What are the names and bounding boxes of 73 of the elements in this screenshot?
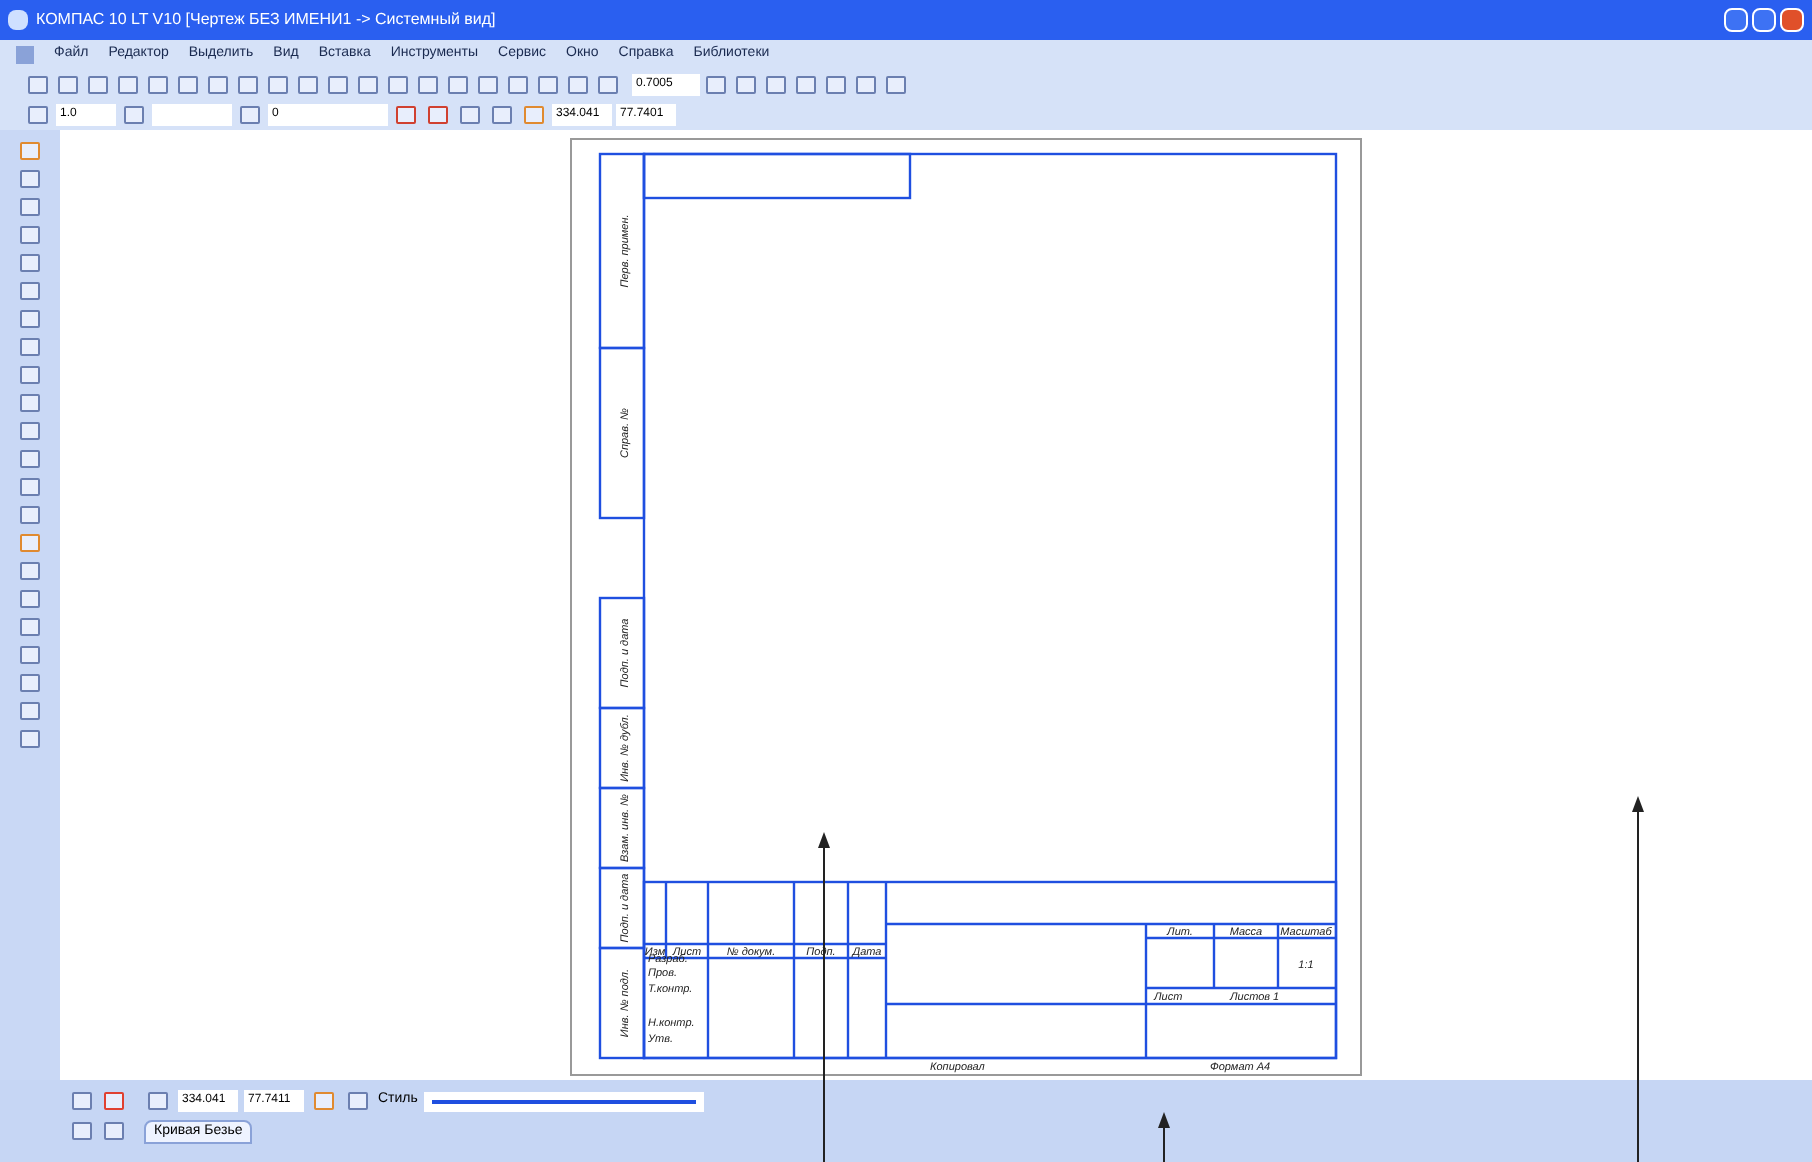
toolbar-icon[interactable] (24, 102, 52, 128)
snap-icon[interactable] (310, 1088, 338, 1114)
minimize-button[interactable] (1724, 8, 1748, 32)
window-title: КОМПАС 10 LT V10 [Чертеж БЕЗ ИМЕНИ1 -> Системный вид] (36, 8, 496, 32)
tool-icon[interactable] (16, 222, 44, 248)
tool-icon[interactable] (16, 334, 44, 360)
tool-icon[interactable] (16, 530, 44, 556)
tool-icon[interactable] (16, 194, 44, 220)
maximize-button[interactable] (1752, 8, 1776, 32)
toolbar-icon[interactable] (120, 102, 148, 128)
document-icon (16, 45, 34, 63)
tool-icon[interactable] (16, 362, 44, 388)
tool-icon[interactable] (16, 250, 44, 276)
toolbar-icon[interactable] (424, 102, 452, 128)
toolbar-icon[interactable] (762, 71, 790, 97)
toolbar-icon[interactable] (444, 71, 472, 97)
annotation-arrow (1154, 1112, 1174, 1162)
circle-icon[interactable] (344, 1088, 372, 1114)
toolbar-icon[interactable] (114, 71, 142, 97)
arrow-icon[interactable] (68, 1088, 96, 1114)
app-icon (8, 10, 28, 30)
tool-icon[interactable] (16, 418, 44, 444)
tool-icon[interactable] (16, 446, 44, 472)
toolbar-icon[interactable] (264, 71, 292, 97)
toolbar-icon[interactable] (144, 71, 172, 97)
tool-icon[interactable] (16, 278, 44, 304)
close-button[interactable] (1780, 8, 1804, 32)
tool-icon[interactable] (16, 474, 44, 500)
tool-icon[interactable] (16, 558, 44, 584)
tool-icon[interactable] (16, 614, 44, 640)
tool-icon[interactable] (16, 670, 44, 696)
tool-icon[interactable] (16, 586, 44, 612)
toolbar-icon[interactable] (702, 71, 730, 97)
stop-icon[interactable] (100, 1088, 128, 1114)
toolbar-icon[interactable] (414, 71, 442, 97)
toolbar-icon[interactable] (392, 102, 420, 128)
toolbar-icon[interactable] (594, 71, 622, 97)
toolbar-icon[interactable] (54, 71, 82, 97)
tool-icon[interactable] (16, 642, 44, 668)
arrow-icon[interactable] (144, 1088, 172, 1114)
tool-icon[interactable] (16, 502, 44, 528)
toolbar-icon[interactable] (384, 71, 412, 97)
toolbar-icon[interactable] (732, 71, 760, 97)
style-field[interactable] (152, 104, 232, 126)
toolbar-icon[interactable] (822, 71, 850, 97)
tool-icon[interactable] (16, 698, 44, 724)
toolbar-icon[interactable] (852, 71, 880, 97)
toolbar-icon[interactable] (204, 71, 232, 97)
toolbar-icon[interactable] (474, 71, 502, 97)
tool-icon[interactable] (16, 726, 44, 752)
toolbar-icon[interactable] (174, 71, 202, 97)
toolbar-icon[interactable] (488, 102, 516, 128)
toolbar-icon[interactable] (520, 102, 548, 128)
toolbar-icon[interactable] (882, 71, 910, 97)
window-icon[interactable] (100, 1118, 128, 1144)
toolbar-icon[interactable] (324, 71, 352, 97)
toolbar-icon[interactable] (456, 102, 484, 128)
tool-icon[interactable] (16, 138, 44, 164)
toolbar-icon[interactable] (294, 71, 322, 97)
toolbar-icon[interactable] (564, 71, 592, 97)
toolbar-icon[interactable] (234, 71, 262, 97)
tool-icon[interactable] (16, 390, 44, 416)
toolbar-icon[interactable] (534, 71, 562, 97)
line-style-dropdown[interactable] (423, 1091, 704, 1111)
toolbar-icon[interactable] (504, 71, 532, 97)
cross-icon[interactable] (68, 1118, 96, 1144)
toolbar-icon[interactable] (84, 71, 112, 97)
toolbar-icon[interactable] (24, 71, 52, 97)
toolbar-icon[interactable] (354, 71, 382, 97)
tool-icon[interactable] (16, 306, 44, 332)
toolbar-icon[interactable] (792, 71, 820, 97)
tool-icon[interactable] (16, 166, 44, 192)
toolbar-icon[interactable] (236, 102, 264, 128)
